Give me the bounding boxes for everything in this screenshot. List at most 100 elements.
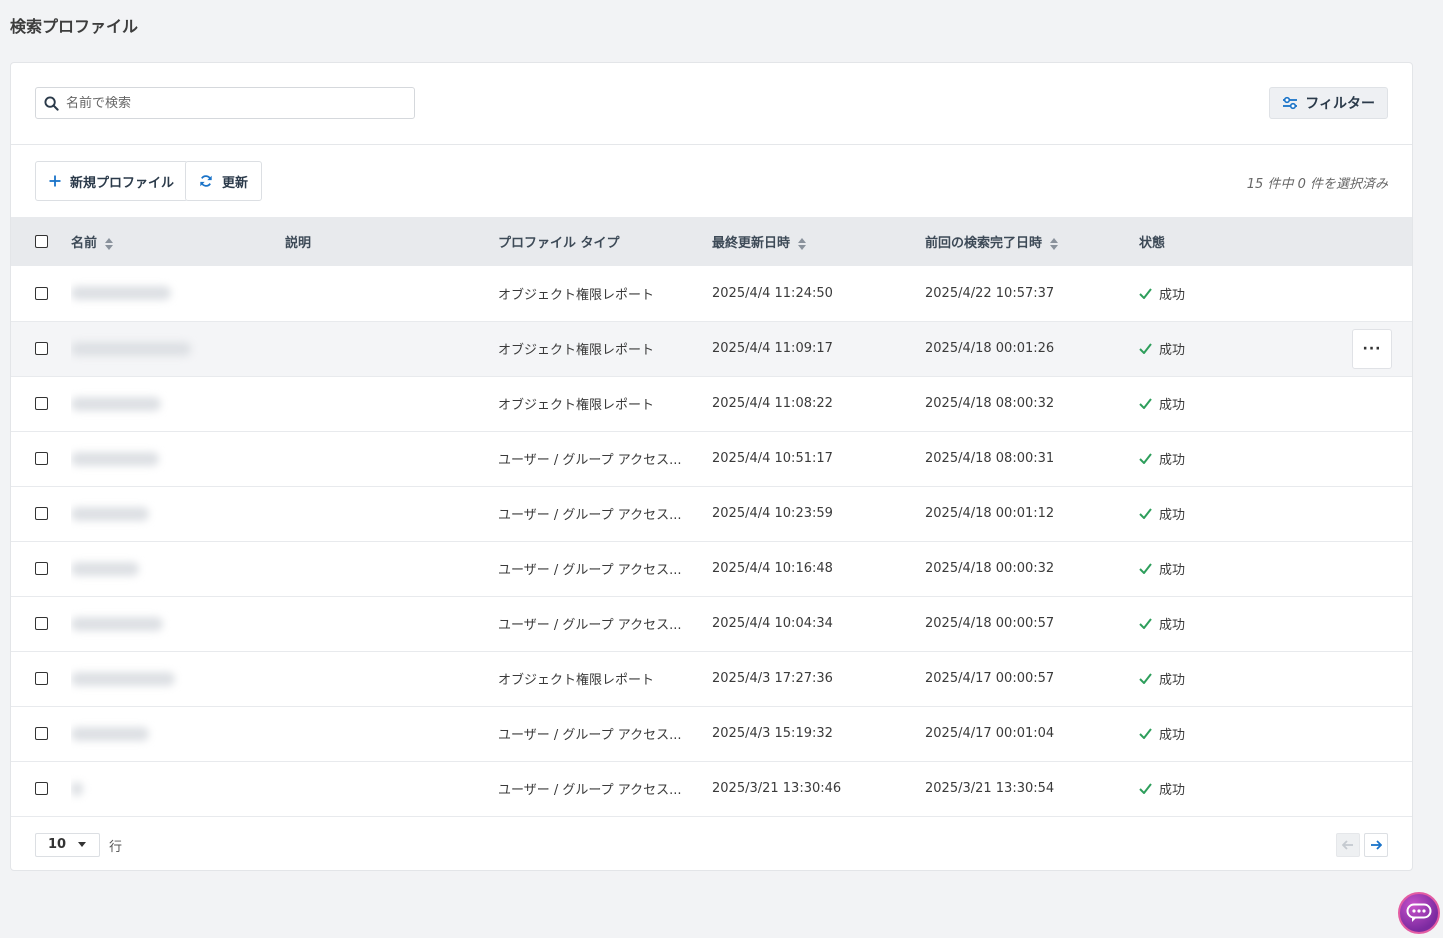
last-updated: 2025/4/3 17:27:36	[712, 671, 833, 686]
column-header-name[interactable]: 名前	[71, 217, 285, 266]
last-updated: 2025/4/3 15:19:32	[712, 726, 833, 741]
table-row[interactable]: オブジェクト権限レポート 2025/4/3 17:27:36 2025/4/17 0…	[11, 651, 1412, 706]
row-checkbox[interactable]	[35, 286, 48, 300]
check-icon	[1139, 398, 1152, 409]
profile-description	[285, 486, 498, 541]
profile-name-redacted[interactable]	[71, 506, 149, 521]
status-cell: 成功	[1139, 761, 1412, 816]
status-cell: 成功	[1139, 486, 1412, 541]
profile-description	[285, 321, 498, 376]
row-checkbox[interactable]	[35, 617, 48, 630]
table-row[interactable]: ユーザー / グループ アクセス... 2025/4/4 10:51:17 2025…	[11, 431, 1412, 486]
sliders-icon	[1283, 96, 1298, 110]
last-search-completed: 2025/4/17 00:01:04	[925, 726, 1055, 741]
status-label: 成功	[1159, 343, 1186, 358]
profile-name-redacted[interactable]	[71, 341, 191, 356]
status-cell: 成功	[1139, 651, 1412, 706]
select-all-checkbox[interactable]	[35, 235, 48, 248]
last-updated: 2025/4/4 11:08:22	[712, 396, 833, 411]
refresh-button[interactable]: 更新	[185, 161, 263, 201]
status-label: 成功	[1159, 618, 1186, 633]
check-icon	[1139, 618, 1152, 629]
table-row[interactable]: オブジェクト権限レポート 2025/4/4 11:09:17 2025/4/18 0…	[11, 321, 1412, 376]
last-updated: 2025/4/4 10:23:59	[712, 506, 833, 521]
plus-icon	[49, 175, 61, 187]
table-row[interactable]: オブジェクト権限レポート 2025/4/4 11:08:22 2025/4/18 0…	[11, 376, 1412, 431]
last-updated: 2025/3/21 13:30:46	[712, 781, 842, 796]
row-menu-button[interactable]: ···	[1352, 328, 1392, 369]
row-checkbox[interactable]	[35, 507, 48, 520]
profile-name-redacted[interactable]	[71, 726, 149, 741]
profile-type: ユーザー / グループ アクセス...	[498, 728, 682, 743]
last-updated: 2025/4/4 10:16:48	[712, 561, 833, 576]
row-checkbox[interactable]	[35, 727, 48, 740]
row-checkbox[interactable]	[35, 562, 48, 575]
new-profile-label: 新規プロファイル	[70, 175, 175, 191]
profile-name-redacted[interactable]	[71, 286, 171, 301]
table-row[interactable]: ユーザー / グループ アクセス... 2025/4/3 15:19:32 2025…	[11, 706, 1412, 761]
profile-type: ユーザー / グループ アクセス...	[498, 618, 682, 633]
check-icon	[1139, 728, 1152, 739]
page-size-select[interactable]: 10	[35, 832, 100, 857]
profile-name-redacted[interactable]	[71, 561, 139, 576]
row-checkbox[interactable]	[35, 782, 48, 795]
row-checkbox[interactable]	[35, 397, 48, 410]
profiles-card: フィルター 新規プロファイル 更新 15 件中 0 件を選択済み	[10, 62, 1413, 871]
status-cell: 成功 ···	[1139, 321, 1412, 376]
search-input[interactable]	[66, 95, 386, 111]
last-search-completed: 2025/4/18 08:00:32	[925, 396, 1055, 411]
row-checkbox[interactable]	[35, 452, 48, 465]
sort-icon[interactable]	[104, 237, 113, 250]
status-label: 成功	[1159, 287, 1186, 303]
check-icon	[1139, 343, 1152, 354]
last-search-completed: 2025/4/18 00:00:57	[925, 616, 1055, 631]
column-header-status: 状態	[1139, 236, 1166, 251]
profile-name-redacted[interactable]	[71, 616, 163, 631]
last-updated: 2025/4/4 10:04:34	[712, 616, 833, 631]
profile-type: オブジェクト権限レポート	[498, 398, 655, 413]
prev-page-button[interactable]	[1336, 832, 1360, 857]
column-header-last-updated[interactable]: 最終更新日時	[712, 217, 925, 266]
search-box[interactable]	[35, 87, 415, 119]
profile-name-redacted[interactable]	[71, 781, 83, 796]
last-search-completed: 2025/4/18 00:00:32	[925, 561, 1055, 576]
table-row[interactable]: オブジェクト権限レポート 2025/4/4 11:24:50 2025/4/22 1…	[11, 266, 1412, 321]
table-row[interactable]: ユーザー / グループ アクセス... 2025/4/4 10:23:59 2025…	[11, 486, 1412, 541]
table-header-row: 名前 説明 プロファイル タイプ 最終更新日時 前回の検索完了日時 状態	[11, 217, 1412, 266]
next-page-button[interactable]	[1364, 832, 1388, 857]
profile-type: オブジェクト権限レポート	[498, 287, 655, 303]
chat-bubble-icon	[1406, 903, 1432, 922]
profile-name-redacted[interactable]	[71, 451, 159, 466]
arrow-right-icon	[1371, 839, 1382, 850]
profile-description	[285, 376, 498, 431]
profile-name-redacted[interactable]	[71, 396, 161, 411]
chat-button[interactable]	[1398, 892, 1440, 934]
profile-description	[285, 541, 498, 596]
table-row[interactable]: ユーザー / グループ アクセス... 2025/3/21 13:30:46 202…	[11, 761, 1412, 816]
table-row[interactable]: ユーザー / グループ アクセス... 2025/4/4 10:04:34 2025…	[11, 596, 1412, 651]
sort-icon[interactable]	[797, 237, 806, 250]
profile-name-redacted[interactable]	[71, 671, 175, 686]
profiles-table: 名前 説明 プロファイル タイプ 最終更新日時 前回の検索完了日時 状態 オブジ…	[11, 217, 1412, 817]
column-header-description: 説明	[285, 236, 312, 251]
column-header-last-search-completed[interactable]: 前回の検索完了日時	[925, 217, 1139, 266]
status-cell: 成功	[1139, 596, 1412, 651]
status-cell: 成功	[1139, 266, 1412, 321]
arrow-left-icon	[1342, 839, 1353, 850]
action-bar: 新規プロファイル 更新 15 件中 0 件を選択済み	[11, 145, 1412, 217]
check-icon	[1139, 673, 1152, 684]
status-label: 成功	[1159, 563, 1186, 578]
filter-button[interactable]: フィルター	[1269, 87, 1388, 119]
last-search-completed: 2025/3/21 13:30:54	[925, 781, 1055, 796]
last-search-completed: 2025/4/18 00:01:12	[925, 506, 1055, 521]
row-checkbox[interactable]	[35, 342, 48, 355]
check-icon	[1139, 508, 1152, 519]
table-row[interactable]: ユーザー / グループ アクセス... 2025/4/4 10:16:48 2025…	[11, 541, 1412, 596]
sort-icon[interactable]	[1049, 237, 1058, 250]
profile-description	[285, 761, 498, 816]
rows-label: 行	[109, 839, 123, 855]
status-label: 成功	[1159, 453, 1186, 468]
row-checkbox[interactable]	[35, 672, 48, 685]
new-profile-button[interactable]: 新規プロファイル	[35, 161, 189, 201]
status-cell: 成功	[1139, 376, 1412, 431]
